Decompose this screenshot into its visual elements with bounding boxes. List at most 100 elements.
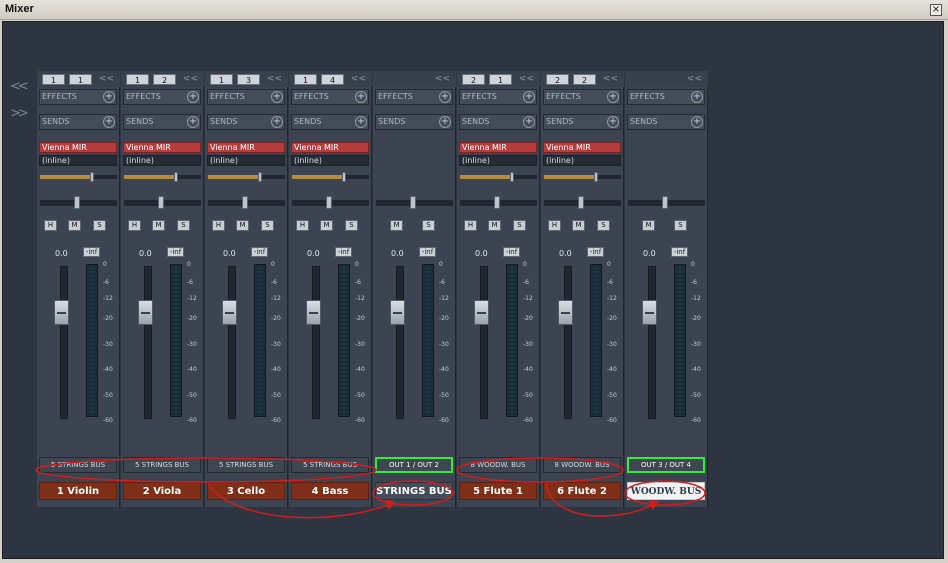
effects-row[interactable]: EFFECTS + [543, 89, 621, 105]
fader-handle[interactable] [474, 300, 489, 325]
mute-button[interactable]: M [320, 220, 333, 231]
pan-handle[interactable] [242, 196, 248, 209]
strip-collapse-icon[interactable]: << [267, 74, 282, 84]
insert-mode[interactable]: (inline) [39, 155, 117, 166]
add-send-icon[interactable]: + [691, 116, 703, 128]
hide-button[interactable]: H [548, 220, 561, 231]
solo-button[interactable]: S [422, 220, 435, 231]
mute-button[interactable]: M [390, 220, 403, 231]
channel-name[interactable]: STRINGS BUS [375, 482, 453, 500]
mute-button[interactable]: M [152, 220, 165, 231]
solo-button[interactable]: S [177, 220, 190, 231]
add-send-icon[interactable]: + [355, 116, 367, 128]
hide-button[interactable]: H [128, 220, 141, 231]
insert-plugin[interactable]: Vienna MIR [123, 142, 201, 153]
add-effect-icon[interactable]: + [439, 91, 451, 103]
add-send-icon[interactable]: + [523, 116, 535, 128]
hide-button[interactable]: H [296, 220, 309, 231]
output-route-selector[interactable]: OUT 3 / OUT 4 [627, 457, 705, 473]
channel-number-box[interactable]: 2 [462, 74, 485, 85]
fader-track[interactable] [60, 266, 68, 419]
effects-row[interactable]: EFFECTS + [123, 89, 201, 105]
solo-button[interactable]: S [93, 220, 106, 231]
insert-mix-handle[interactable] [510, 172, 514, 182]
insert-plugin[interactable]: Vienna MIR [39, 142, 117, 153]
fader-track[interactable] [144, 266, 152, 419]
channel-name[interactable]: 4 Bass [291, 482, 369, 500]
sends-row[interactable]: SENDS + [207, 114, 285, 130]
output-route-selector[interactable]: 5 STRINGS BUS [39, 457, 117, 473]
output-route-selector[interactable]: 5 STRINGS BUS [207, 457, 285, 473]
sends-row[interactable]: SENDS + [543, 114, 621, 130]
channel-number-box[interactable]: 1 [69, 74, 92, 85]
channel-name[interactable]: 5 Flute 1 [459, 482, 537, 500]
insert-mode[interactable]: (inline) [123, 155, 201, 166]
sends-row[interactable]: SENDS + [459, 114, 537, 130]
insert-mode[interactable]: (inline) [459, 155, 537, 166]
insert-mix-handle[interactable] [258, 172, 262, 182]
pan-handle[interactable] [74, 196, 80, 209]
strip-collapse-icon[interactable]: << [99, 74, 114, 84]
hide-button[interactable]: H [464, 220, 477, 231]
channel-number-box[interactable]: 2 [573, 74, 596, 85]
solo-button[interactable]: S [674, 220, 687, 231]
collapse-arrows-icon[interactable]: << [10, 79, 29, 94]
output-route-selector[interactable]: 8 WOODW. BUS [459, 457, 537, 473]
add-effect-icon[interactable]: + [523, 91, 535, 103]
insert-plugin[interactable]: Vienna MIR [207, 142, 285, 153]
output-route-selector[interactable]: OUT 1 / OUT 2 [375, 457, 453, 473]
solo-button[interactable]: S [513, 220, 526, 231]
channel-name[interactable]: 1 Violin [39, 482, 117, 500]
channel-name[interactable]: 3 Cello [207, 482, 285, 500]
solo-button[interactable]: S [597, 220, 610, 231]
add-effect-icon[interactable]: + [691, 91, 703, 103]
hide-button[interactable]: H [44, 220, 57, 231]
effects-row[interactable]: EFFECTS + [39, 89, 117, 105]
insert-plugin[interactable]: Vienna MIR [543, 142, 621, 153]
sends-row[interactable]: SENDS + [39, 114, 117, 130]
strip-collapse-icon[interactable]: << [519, 74, 534, 84]
effects-row[interactable]: EFFECTS + [207, 89, 285, 105]
channel-number-box[interactable]: 1 [489, 74, 512, 85]
effects-row[interactable]: EFFECTS + [375, 89, 453, 105]
channel-number-box[interactable]: 4 [321, 74, 344, 85]
pan-handle[interactable] [158, 196, 164, 209]
solo-button[interactable]: S [261, 220, 274, 231]
strip-collapse-icon[interactable]: << [603, 74, 618, 84]
fader-handle[interactable] [642, 300, 657, 325]
insert-mix-handle[interactable] [174, 172, 178, 182]
hide-button[interactable]: H [212, 220, 225, 231]
fader-handle[interactable] [306, 300, 321, 325]
strip-collapse-icon[interactable]: << [183, 74, 198, 84]
mute-button[interactable]: M [488, 220, 501, 231]
pan-handle[interactable] [494, 196, 500, 209]
channel-number-box[interactable]: 2 [546, 74, 569, 85]
fader-handle[interactable] [222, 300, 237, 325]
channel-number-box[interactable]: 1 [210, 74, 233, 85]
sends-row[interactable]: SENDS + [627, 114, 705, 130]
sends-row[interactable]: SENDS + [123, 114, 201, 130]
add-send-icon[interactable]: + [439, 116, 451, 128]
channel-number-box[interactable]: 1 [294, 74, 317, 85]
mute-button[interactable]: M [236, 220, 249, 231]
insert-plugin[interactable]: Vienna MIR [291, 142, 369, 153]
add-send-icon[interactable]: + [271, 116, 283, 128]
fader-track[interactable] [228, 266, 236, 419]
insert-mode[interactable]: (inline) [543, 155, 621, 166]
add-send-icon[interactable]: + [607, 116, 619, 128]
channel-number-box[interactable]: 3 [237, 74, 260, 85]
insert-mix-handle[interactable] [342, 172, 346, 182]
add-effect-icon[interactable]: + [271, 91, 283, 103]
channel-name[interactable]: WOODW. BUS [627, 482, 705, 500]
add-effect-icon[interactable]: + [187, 91, 199, 103]
insert-plugin[interactable]: Vienna MIR [459, 142, 537, 153]
pan-handle[interactable] [578, 196, 584, 209]
add-send-icon[interactable]: + [187, 116, 199, 128]
pan-handle[interactable] [662, 196, 668, 209]
fader-track[interactable] [648, 266, 656, 419]
sends-row[interactable]: SENDS + [291, 114, 369, 130]
close-icon[interactable]: × [930, 4, 942, 16]
insert-mode[interactable]: (inline) [291, 155, 369, 166]
output-route-selector[interactable]: 5 STRINGS BUS [291, 457, 369, 473]
fader-track[interactable] [312, 266, 320, 419]
